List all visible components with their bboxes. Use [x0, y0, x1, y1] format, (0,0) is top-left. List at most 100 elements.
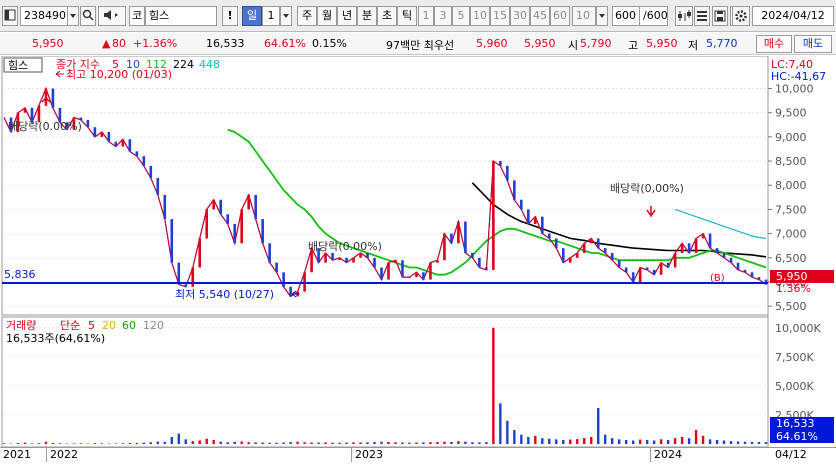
volume-bar: [135, 442, 139, 444]
window-menu-icon[interactable]: [2, 6, 18, 26]
volume-bar: [163, 441, 166, 444]
volume-bar: [2, 443, 6, 444]
volume-bar: [261, 442, 264, 444]
alert-button[interactable]: !: [222, 6, 238, 26]
minute-5-button[interactable]: 5: [452, 6, 470, 26]
vol-ma-60-label[interactable]: 60: [122, 319, 136, 332]
price-candle: [534, 216, 537, 224]
sell-button[interactable]: 매도: [794, 35, 832, 53]
volume-bar: [23, 442, 27, 444]
vol-ma-5-label[interactable]: 5: [88, 319, 95, 332]
period-second-button[interactable]: 초: [377, 6, 397, 26]
price-volume-chart[interactable]: 10,000 9,500 9,000 8,500 8,000 7,500 7,000 6,50…: [0, 55, 836, 448]
ma-224-label[interactable]: 224: [173, 58, 194, 71]
price-candle: [324, 252, 327, 263]
volume-bar: [345, 442, 348, 444]
price-candle: [603, 248, 607, 253]
price-candle: [394, 260, 397, 263]
period-month-button[interactable]: 월: [317, 6, 337, 26]
minute-dropdown-icon[interactable]: [596, 6, 608, 26]
price-candle: [121, 139, 125, 147]
save-icon[interactable]: [712, 6, 728, 26]
min-price-label: 최저 5,540 (10/27): [175, 288, 274, 301]
sound-icon[interactable]: [98, 6, 126, 26]
price-candle: [359, 252, 362, 258]
volume-bar: [93, 443, 97, 444]
date-field[interactable]: 2024/04/12: [752, 6, 834, 26]
price-candle: [107, 132, 111, 142]
volume-bar: [212, 439, 215, 444]
support-label: 5,836: [4, 268, 36, 281]
date-label-2024: 2024: [650, 448, 682, 462]
minute-1-button[interactable]: 1: [418, 6, 434, 26]
volume-bar: [30, 443, 34, 444]
volume-bar: [729, 441, 733, 444]
period-week-button[interactable]: 주: [297, 6, 317, 26]
date-label-2022: 2022: [46, 448, 78, 462]
y-tick-label: 8,000: [775, 179, 807, 192]
vol-ma-120-label[interactable]: 120: [143, 319, 164, 332]
price-candle: [485, 267, 488, 270]
volume-value: 16,533: [206, 37, 245, 50]
period-day-button[interactable]: 일: [242, 6, 262, 26]
price-candle: [478, 257, 481, 268]
settings-gear-icon[interactable]: [732, 6, 750, 26]
minute-custom-input[interactable]: 10: [572, 6, 596, 26]
stock-code-input[interactable]: 238490: [20, 6, 68, 26]
volume-bar: [757, 442, 761, 444]
vol-ma-20-label[interactable]: 20: [102, 319, 116, 332]
max-price-label: 최고 10,200 (01/03): [66, 68, 172, 81]
period-minute-button[interactable]: 분: [357, 6, 377, 26]
volume-bar: [149, 442, 153, 444]
high-price: 5,950: [646, 37, 678, 50]
minute-3-button[interactable]: 3: [434, 6, 452, 26]
price-candle: [492, 161, 495, 270]
market-tag: 코: [129, 6, 145, 26]
minute-10-button[interactable]: 10: [470, 6, 490, 26]
search-icon[interactable]: [80, 6, 96, 26]
volume-bar: [597, 407, 600, 444]
buy-button[interactable]: 매수: [756, 35, 792, 53]
volume-bar: [492, 327, 495, 444]
indicator-list-icon[interactable]: [694, 6, 710, 26]
volume-title[interactable]: 거래량: [6, 319, 36, 332]
ma-448-label[interactable]: 448: [199, 58, 220, 71]
price-candle: [135, 151, 139, 157]
volume-bar: [142, 442, 146, 444]
bar-total-label: /600: [640, 6, 668, 26]
volume-bar: [666, 439, 670, 444]
price-candle: [261, 219, 264, 244]
chart-area[interactable]: 10,000 9,500 9,000 8,500 8,000 7,500 7,000 6,50…: [0, 55, 836, 448]
price-candle: [575, 252, 579, 258]
price-candle: [520, 199, 523, 210]
price-candle: [561, 248, 565, 263]
code-dropdown-icon[interactable]: [67, 6, 79, 26]
volume-ma-label[interactable]: 단순: [60, 319, 80, 332]
volume-bar: [100, 443, 104, 444]
price-candle: [610, 252, 614, 261]
volume-bar: [170, 437, 173, 444]
period-count-input[interactable]: 1: [262, 6, 280, 26]
minute-60-button[interactable]: 60: [550, 6, 570, 26]
volume-bar: [233, 441, 236, 444]
volume-bar: [485, 442, 488, 444]
quote-bar: 5,950 ▲ 80 +1.36% 16,533 64.61% 0.15% 97…: [0, 33, 836, 55]
up-triangle-icon: ▲: [102, 37, 111, 50]
period-dropdown-icon[interactable]: [280, 6, 292, 26]
volume-bar: [708, 439, 712, 444]
volume-bar: [254, 442, 257, 444]
volume-bar: [359, 442, 362, 444]
volume-bar: [184, 439, 187, 444]
minute-15-button[interactable]: 15: [490, 6, 510, 26]
minute-30-button[interactable]: 30: [510, 6, 530, 26]
volume-bar: [296, 441, 299, 444]
price-candle: [701, 233, 705, 239]
volume-bar: [275, 442, 278, 444]
bar-count-input[interactable]: 600: [612, 6, 640, 26]
period-year-button[interactable]: 년: [337, 6, 357, 26]
volume-bar: [247, 442, 250, 444]
period-tick-button[interactable]: 틱: [397, 6, 417, 26]
minute-45-button[interactable]: 45: [530, 6, 550, 26]
stock-name-field[interactable]: 힘스: [145, 6, 217, 26]
chart-type-icon[interactable]: [675, 6, 693, 26]
